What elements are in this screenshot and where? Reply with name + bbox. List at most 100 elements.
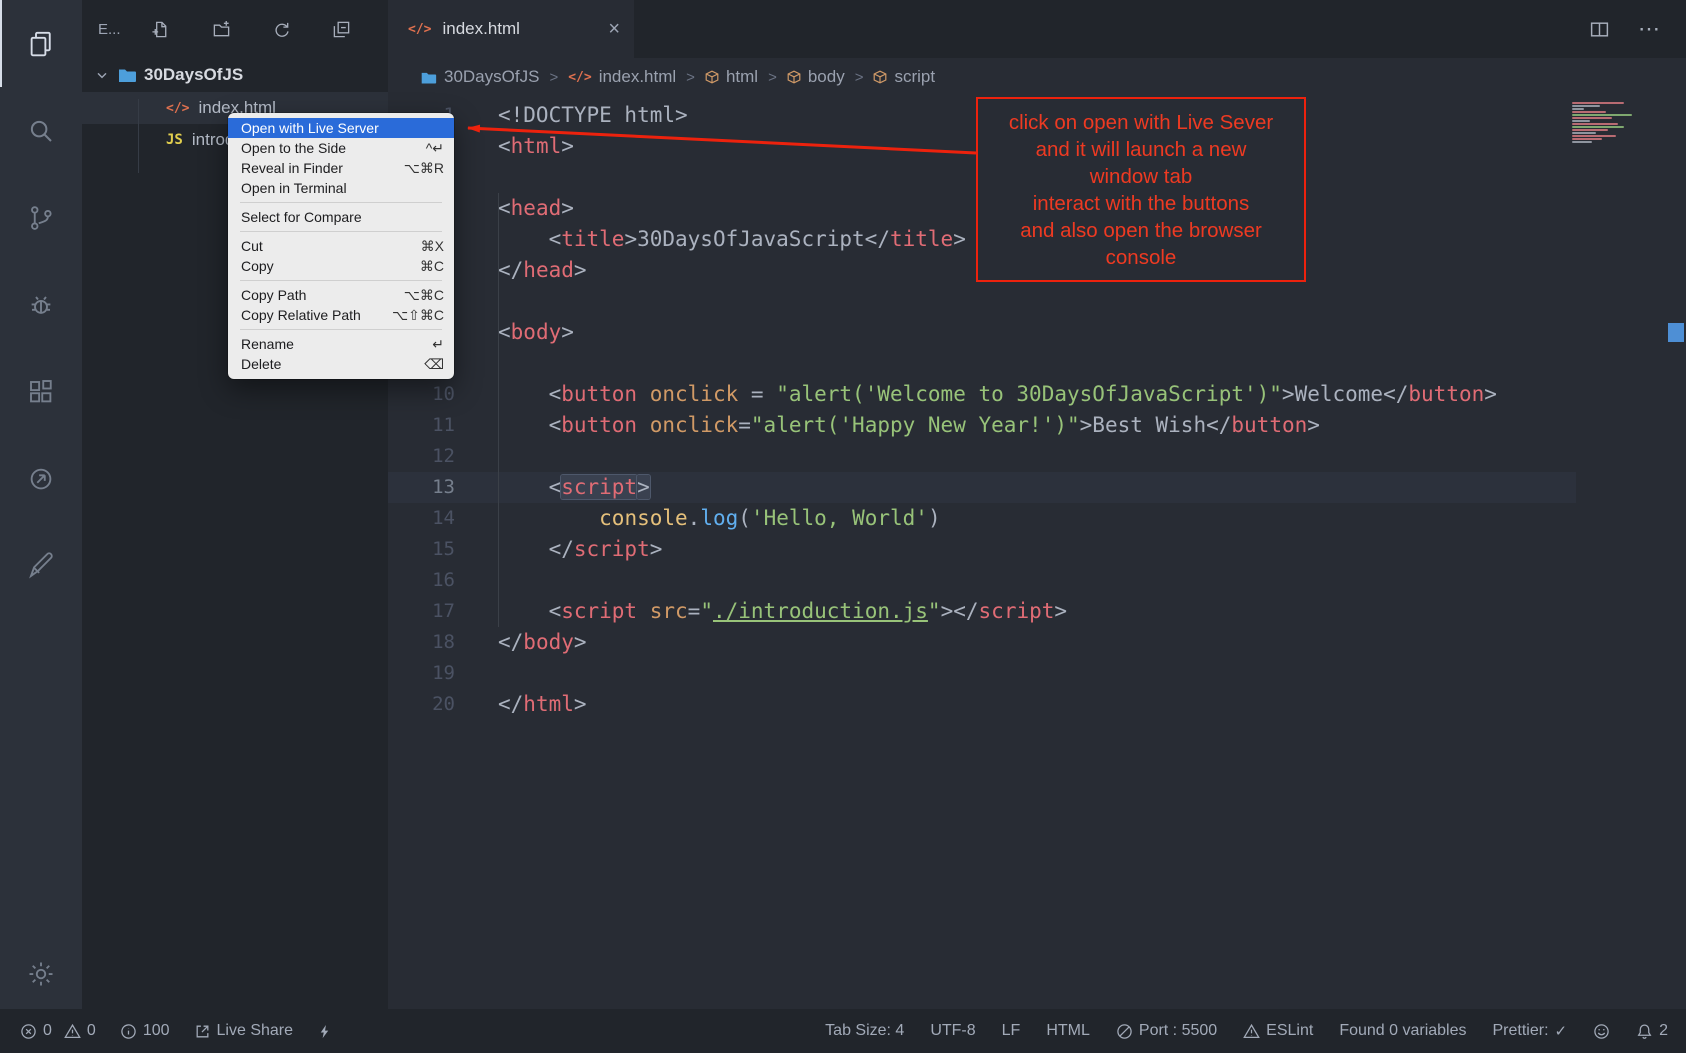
status-port[interactable]: Port : 5500 xyxy=(1116,1022,1217,1040)
status-info-count[interactable]: 100 xyxy=(120,1022,170,1040)
minimap[interactable] xyxy=(1572,102,1658,143)
status-encoding[interactable]: UTF-8 xyxy=(930,1022,975,1040)
tree-indent-guide xyxy=(138,99,139,173)
status-language[interactable]: HTML xyxy=(1046,1022,1090,1040)
error-icon xyxy=(20,1023,37,1040)
code-line-7[interactable]: 7 xyxy=(388,286,1576,317)
menu-item-cut[interactable]: Cut⌘X xyxy=(228,236,454,256)
status-eol[interactable]: LF xyxy=(1002,1022,1021,1040)
folder-row-30daysofjs[interactable]: 30DaysOfJS xyxy=(82,58,388,92)
code-line-13[interactable]: 13 <script> xyxy=(388,472,1576,503)
code-line-9[interactable]: 9 xyxy=(388,348,1576,379)
status-lightning[interactable] xyxy=(317,1023,332,1040)
line-number: 11 xyxy=(388,410,455,441)
chevron-right-icon: > xyxy=(855,69,864,86)
extensions-icon[interactable] xyxy=(0,348,82,435)
split-editor-icon[interactable] xyxy=(1589,19,1610,40)
collapse-all-icon[interactable] xyxy=(332,20,351,39)
breadcrumb-html[interactable]: html xyxy=(705,67,758,87)
more-actions-icon[interactable]: ⋯ xyxy=(1638,16,1662,42)
breadcrumb-file[interactable]: </> index.html xyxy=(568,67,676,87)
menu-item-shortcut: ⌥⌘R xyxy=(404,160,444,177)
annotation-text: click on open with Live Sever and it wil… xyxy=(1009,109,1273,271)
menu-item-open-with-live-server[interactable]: Open with Live Server xyxy=(228,118,454,138)
code-text: <head> xyxy=(455,193,574,224)
code-line-20[interactable]: 20</html> xyxy=(388,689,1576,720)
status-prettier[interactable]: Prettier: ✓ xyxy=(1493,1022,1568,1040)
status-bar: 0 0 100 Live Share Tab Size: 4 UTF-8 xyxy=(0,1009,1686,1053)
menu-item-open-in-terminal[interactable]: Open in Terminal xyxy=(228,178,454,198)
menu-separator xyxy=(240,329,442,330)
minimap-line xyxy=(1572,111,1606,113)
menu-item-open-to-the-side[interactable]: Open to the Side^↵ xyxy=(228,138,454,158)
status-problems[interactable]: 0 0 xyxy=(20,1022,96,1040)
run-debug-icon[interactable] xyxy=(0,261,82,348)
lightning-icon xyxy=(317,1023,332,1040)
code-text xyxy=(455,441,498,472)
menu-item-label: Delete xyxy=(241,356,281,372)
code-line-17[interactable]: 17 <script src="./introduction.js"></scr… xyxy=(388,596,1576,627)
status-notifications[interactable]: 2 xyxy=(1636,1022,1668,1040)
search-icon[interactable] xyxy=(0,87,82,174)
minimap-line xyxy=(1572,117,1612,119)
code-line-11[interactable]: 11 <button onclick="alert('Happy New Yea… xyxy=(388,410,1576,441)
menu-item-label: Copy Path xyxy=(241,287,306,303)
tab-index-html[interactable]: </> index.html × xyxy=(388,0,634,58)
code-text: <script src="./introduction.js"></script… xyxy=(455,596,1067,627)
symbol-cube-icon xyxy=(787,70,801,84)
line-number: 14 xyxy=(388,503,455,534)
menu-item-copy[interactable]: Copy⌘C xyxy=(228,256,454,276)
status-live-share[interactable]: Live Share xyxy=(194,1022,294,1040)
symbol-cube-icon xyxy=(705,70,719,84)
menu-item-select-for-compare[interactable]: Select for Compare xyxy=(228,207,454,227)
settings-gear-icon[interactable] xyxy=(0,939,82,1009)
live-share-icon[interactable] xyxy=(0,435,82,522)
code-line-16[interactable]: 16 xyxy=(388,565,1576,596)
menu-item-label: Reveal in Finder xyxy=(241,160,343,176)
status-tab-size[interactable]: Tab Size: 4 xyxy=(825,1022,904,1040)
minimap-line xyxy=(1572,135,1616,137)
pen-edit-icon[interactable] xyxy=(0,522,82,609)
activity-bar xyxy=(0,0,82,1009)
refresh-icon[interactable] xyxy=(272,20,291,39)
menu-item-reveal-in-finder[interactable]: Reveal in Finder ⌥⌘R xyxy=(228,158,454,178)
sidebar-header: E... xyxy=(82,0,388,58)
info-icon xyxy=(120,1023,137,1040)
explorer-icon[interactable] xyxy=(0,0,82,87)
code-line-10[interactable]: 10 <button onclick = "alert('Welcome to … xyxy=(388,379,1576,410)
status-variables[interactable]: Found 0 variables xyxy=(1339,1022,1466,1040)
tab-bar: </> index.html × ⋯ xyxy=(388,0,1686,58)
source-control-icon[interactable] xyxy=(0,174,82,261)
menu-separator xyxy=(240,231,442,232)
breadcrumb-body[interactable]: body xyxy=(787,67,845,87)
code-line-14[interactable]: 14 console.log('Hello, World') xyxy=(388,503,1576,534)
menu-item-copy-relative-path[interactable]: Copy Relative Path⌥⇧⌘C xyxy=(228,305,454,325)
new-folder-icon[interactable] xyxy=(212,20,231,39)
code-text: <button onclick="alert('Happy New Year!'… xyxy=(455,410,1320,441)
chevron-right-icon: > xyxy=(686,69,695,86)
code-line-15[interactable]: 15 </script> xyxy=(388,534,1576,565)
menu-item-copy-path[interactable]: Copy Path⌥⌘C xyxy=(228,285,454,305)
code-line-12[interactable]: 12 xyxy=(388,441,1576,472)
code-text: </body> xyxy=(455,627,587,658)
new-file-icon[interactable] xyxy=(151,20,170,39)
status-feedback-smiley[interactable] xyxy=(1593,1023,1610,1040)
folder-name: 30DaysOfJS xyxy=(144,65,243,85)
js-file-icon: JS xyxy=(166,132,183,148)
menu-item-delete[interactable]: Delete⌫ xyxy=(228,354,454,374)
line-number: 15 xyxy=(388,534,455,565)
breadcrumb-script[interactable]: script xyxy=(873,67,935,87)
menu-item-rename[interactable]: Rename↵ xyxy=(228,334,454,354)
code-line-18[interactable]: 18</body> xyxy=(388,627,1576,658)
status-eslint[interactable]: ESLint xyxy=(1243,1022,1313,1040)
code-line-8[interactable]: 8<body> xyxy=(388,317,1576,348)
breadcrumb-folder[interactable]: 30DaysOfJS xyxy=(420,67,539,87)
warning-icon xyxy=(1243,1023,1260,1040)
line-number: 16 xyxy=(388,565,455,596)
code-text: </script> xyxy=(455,534,662,565)
minimap-line xyxy=(1572,108,1584,110)
code-line-19[interactable]: 19 xyxy=(388,658,1576,689)
code-text xyxy=(455,286,498,317)
close-icon[interactable]: × xyxy=(608,19,620,39)
code-text: <title>30DaysOfJavaScript</title> xyxy=(455,224,966,255)
